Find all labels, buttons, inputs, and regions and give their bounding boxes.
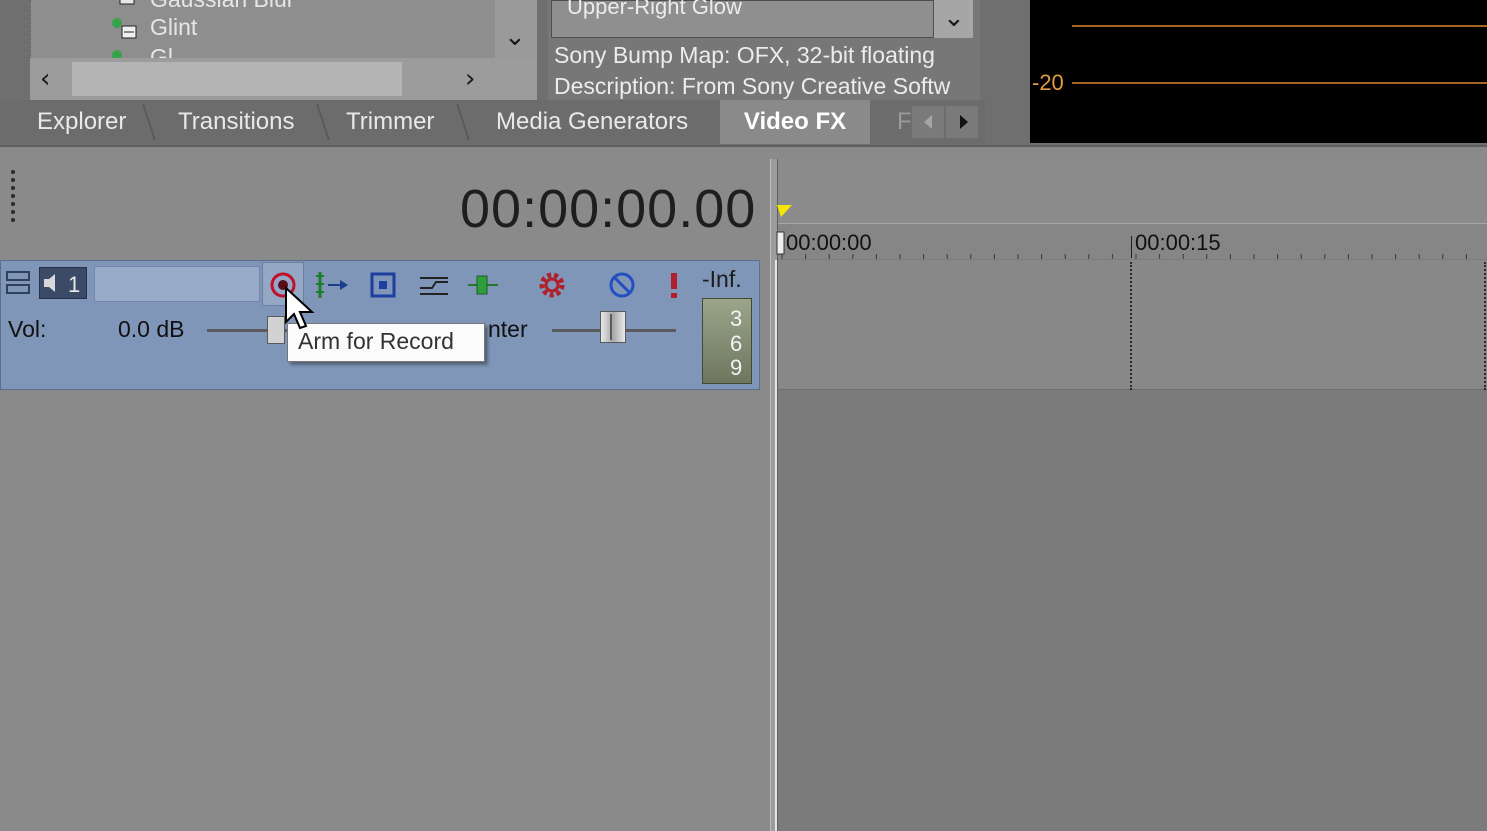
invert-phase-icon[interactable] — [312, 266, 352, 304]
tab-trimmer[interactable]: Trimmer — [346, 100, 434, 144]
meter-db-label: -20 — [1032, 70, 1064, 95]
plugin-info-line: Sony Bump Map: OFX, 32-bit floating — [554, 42, 935, 68]
chevron-down-icon: ⌄ — [943, 3, 965, 33]
peak-level-label: -Inf. — [702, 266, 742, 292]
triangle-left-icon — [924, 115, 932, 129]
scroll-right-icon[interactable]: › — [465, 66, 475, 92]
playhead-line — [775, 260, 777, 831]
meter-tick: 3 — [730, 306, 743, 331]
track-minimize-icon[interactable] — [5, 267, 33, 299]
volume-slider-thumb[interactable] — [267, 316, 285, 344]
tab-partial[interactable]: F — [897, 100, 912, 144]
pan-slider-thumb[interactable] — [600, 311, 626, 343]
solo-icon[interactable] — [654, 266, 694, 304]
track-number: 1 — [68, 272, 81, 297]
volume-label: Vol: — [8, 316, 47, 342]
track-level-meter — [702, 298, 752, 384]
meter-gridline — [1072, 82, 1487, 84]
tree-item-partial-bottom[interactable]: Gl — [150, 44, 173, 58]
tooltip-text: Arm for Record — [298, 328, 454, 354]
tab-video-fx[interactable]: Video FX — [720, 100, 870, 144]
meter-tick: 6 — [730, 331, 743, 356]
volume-value: 0.0 dB — [118, 316, 185, 342]
tab-explorer[interactable]: Explorer — [37, 100, 126, 144]
scroll-down-icon[interactable]: ⌄ — [504, 24, 526, 50]
automation-icon[interactable] — [414, 266, 454, 304]
plugin-description-line: Description: From Sony Creative Softw — [554, 73, 951, 99]
ruler-ticks — [781, 254, 1467, 259]
ruler-major-tick — [1131, 236, 1132, 258]
tree-item-glint[interactable]: Glint — [150, 14, 197, 41]
pan-thumb-grip — [610, 314, 612, 340]
tab-media-generators[interactable]: Media Generators — [496, 100, 688, 144]
gear-icon[interactable] — [534, 266, 574, 304]
triangle-right-icon — [960, 115, 968, 129]
audio-track-lane[interactable] — [778, 260, 1487, 390]
scrollbar-thumb[interactable] — [72, 62, 402, 96]
playhead-marker-icon[interactable] — [776, 203, 794, 219]
horizontal-splitter[interactable] — [0, 145, 1487, 159]
meter-tick: 9 — [730, 355, 743, 380]
plugin-icon — [119, 0, 135, 5]
ruler-label: 00:00:00 — [786, 230, 872, 255]
plugin-fx-icon — [112, 18, 137, 39]
bus-routing-icon[interactable] — [466, 266, 506, 304]
plugin-fx-icon — [112, 50, 122, 58]
speaker-icon — [44, 274, 55, 292]
marker-bar[interactable] — [778, 159, 1487, 223]
pan-label: nter — [488, 316, 528, 342]
ruler-label: 00:00:15 — [1135, 230, 1221, 255]
grid-line — [1130, 262, 1132, 390]
scroll-left-icon[interactable]: ‹ — [40, 66, 50, 92]
timeline-empty-area[interactable] — [778, 390, 1487, 831]
mouse-cursor-icon — [285, 286, 315, 330]
track-name-input[interactable] — [94, 266, 260, 302]
grip-handle[interactable] — [9, 170, 17, 226]
tree-item-partial-top[interactable]: Gaussian Blur — [150, 0, 294, 13]
meter-gridline — [1072, 25, 1487, 27]
audio-meter-panel — [1030, 0, 1487, 143]
time-display: 00:00:00.00 — [460, 179, 757, 239]
track-fx-icon[interactable] — [364, 266, 404, 304]
tab-transitions[interactable]: Transitions — [178, 100, 294, 144]
mute-icon[interactable] — [602, 266, 642, 304]
grid-line — [1484, 262, 1486, 390]
preset-value: Upper-Right Glow — [567, 0, 742, 19]
